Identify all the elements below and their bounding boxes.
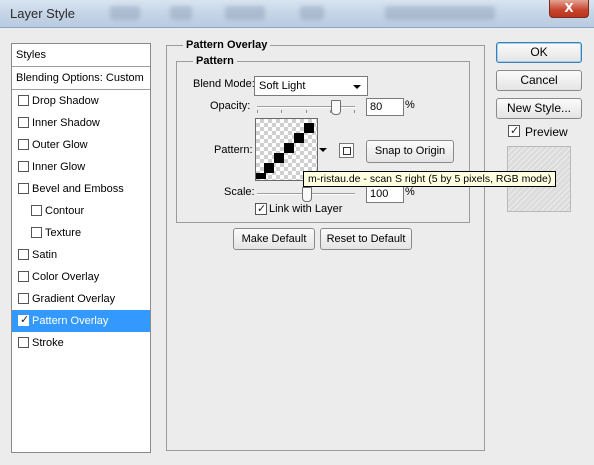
style-item-label: Satin [32,249,58,261]
styles-list: Styles Blending Options: Custom Drop Sha… [11,43,151,453]
style-item-checkbox[interactable] [18,337,29,348]
style-item-checkbox[interactable] [18,249,29,260]
style-item-checkbox[interactable] [18,95,29,106]
blurred-toolbar-icon [385,6,495,20]
style-item-checkbox[interactable] [18,271,29,282]
opacity-label: Opacity: [210,100,251,112]
make-default-button[interactable]: Make Default [233,228,315,250]
ok-button[interactable]: OK [496,42,582,63]
slider-tick [257,110,258,113]
blurred-toolbar-icon [225,6,265,20]
style-item-inner-glow[interactable]: Inner Glow [12,156,150,178]
pattern-pixel [284,143,294,153]
style-item-checkbox[interactable] [18,161,29,172]
new-preset-icon[interactable] [339,143,354,158]
slider-tick [306,110,307,113]
style-item-checkbox[interactable] [18,139,29,150]
style-item-contour[interactable]: Contour [12,200,150,222]
snap-to-origin-button[interactable]: Snap to Origin [366,140,454,163]
style-item-color-overlay[interactable]: Color Overlay [12,266,150,288]
style-item-label: Pattern Overlay [32,315,109,327]
pattern-pixel [274,153,284,163]
scale-slider-thumb[interactable] [302,187,312,202]
style-item-checkbox[interactable] [18,183,29,194]
pattern-pixel [264,163,274,173]
cancel-button[interactable]: Cancel [496,70,582,91]
style-item-label: Inner Glow [32,161,86,173]
link-with-layer-checkbox[interactable]: ✓ [255,203,267,215]
blurred-toolbar-icon [170,6,192,20]
checkmark-icon: ✓ [510,125,520,137]
new-preset-icon-inner [343,147,351,155]
styles-list-header[interactable]: Styles [12,44,150,67]
blurred-toolbar-icon [110,6,140,20]
style-item-checkbox[interactable]: ✓ [18,314,29,326]
window-title: Layer Style [10,6,76,21]
style-item-label: Color Overlay [32,271,100,283]
opacity-slider-thumb[interactable] [331,100,342,115]
pattern-label: Pattern: [214,144,253,156]
style-item-label: Outer Glow [32,139,88,151]
style-item-label: Contour [45,205,85,217]
panel-title: Pattern Overlay [183,39,271,51]
title-bar: Layer Style X [0,0,594,28]
style-item-inner-shadow[interactable]: Inner Shadow [12,112,150,134]
pattern-picker-arrow-icon[interactable] [319,148,327,152]
style-item-gradient-overlay[interactable]: Gradient Overlay [12,288,150,310]
style-item-bevel-and-emboss[interactable]: Bevel and Emboss [12,178,150,200]
style-item-label: Gradient Overlay [32,293,116,305]
opacity-input[interactable]: 80 [366,98,404,116]
close-icon: X [564,1,574,15]
style-item-checkbox[interactable] [18,293,29,304]
style-item-checkbox[interactable] [31,205,42,216]
pattern-group-title: Pattern [193,55,237,67]
pattern-pixel [304,123,314,133]
scale-input[interactable]: 100 [366,185,404,203]
style-item-label: Drop Shadow [32,95,99,107]
style-item-stroke[interactable]: Stroke [12,332,150,354]
style-item-drop-shadow[interactable]: Drop Shadow [12,90,150,112]
blend-mode-select[interactable]: Soft Light [254,76,368,96]
slider-tick [281,110,282,113]
close-button[interactable]: X [549,0,589,18]
scale-percent: % [405,186,415,198]
opacity-percent: % [405,99,415,111]
checkmark-icon: ✓ [20,314,30,326]
pattern-tooltip: m-ristau.de - scan S right (5 by 5 pixel… [303,171,557,187]
style-item-satin[interactable]: Satin [12,244,150,266]
scale-label: Scale: [224,186,255,198]
style-item-checkbox[interactable] [31,227,42,238]
reset-to-default-button[interactable]: Reset to Default [320,228,412,250]
chevron-down-icon [353,85,361,89]
style-item-texture[interactable]: Texture [12,222,150,244]
style-item-label: Texture [45,227,82,239]
blend-mode-label: Blend Mode: [193,78,255,90]
blending-options-item[interactable]: Blending Options: Custom [12,67,150,90]
checkmark-icon: ✓ [257,203,267,215]
style-item-label: Bevel and Emboss [32,183,124,195]
style-item-outer-glow[interactable]: Outer Glow [12,134,150,156]
style-item-label: Inner Shadow [32,117,100,129]
style-item-label: Stroke [32,337,64,349]
style-item-checkbox[interactable] [18,117,29,128]
style-item-pattern-overlay[interactable]: ✓ Pattern Overlay [12,310,150,332]
link-with-layer-label: Link with Layer [269,203,343,215]
blurred-toolbar-icon [300,6,324,20]
pattern-pixel [256,173,266,179]
preview-checkbox[interactable]: ✓ [508,125,520,137]
slider-tick [354,110,355,113]
blend-mode-value: Soft Light [259,80,306,92]
preview-label: Preview [525,125,568,139]
new-style-button[interactable]: New Style... [496,98,582,119]
pattern-pixel [294,133,304,143]
